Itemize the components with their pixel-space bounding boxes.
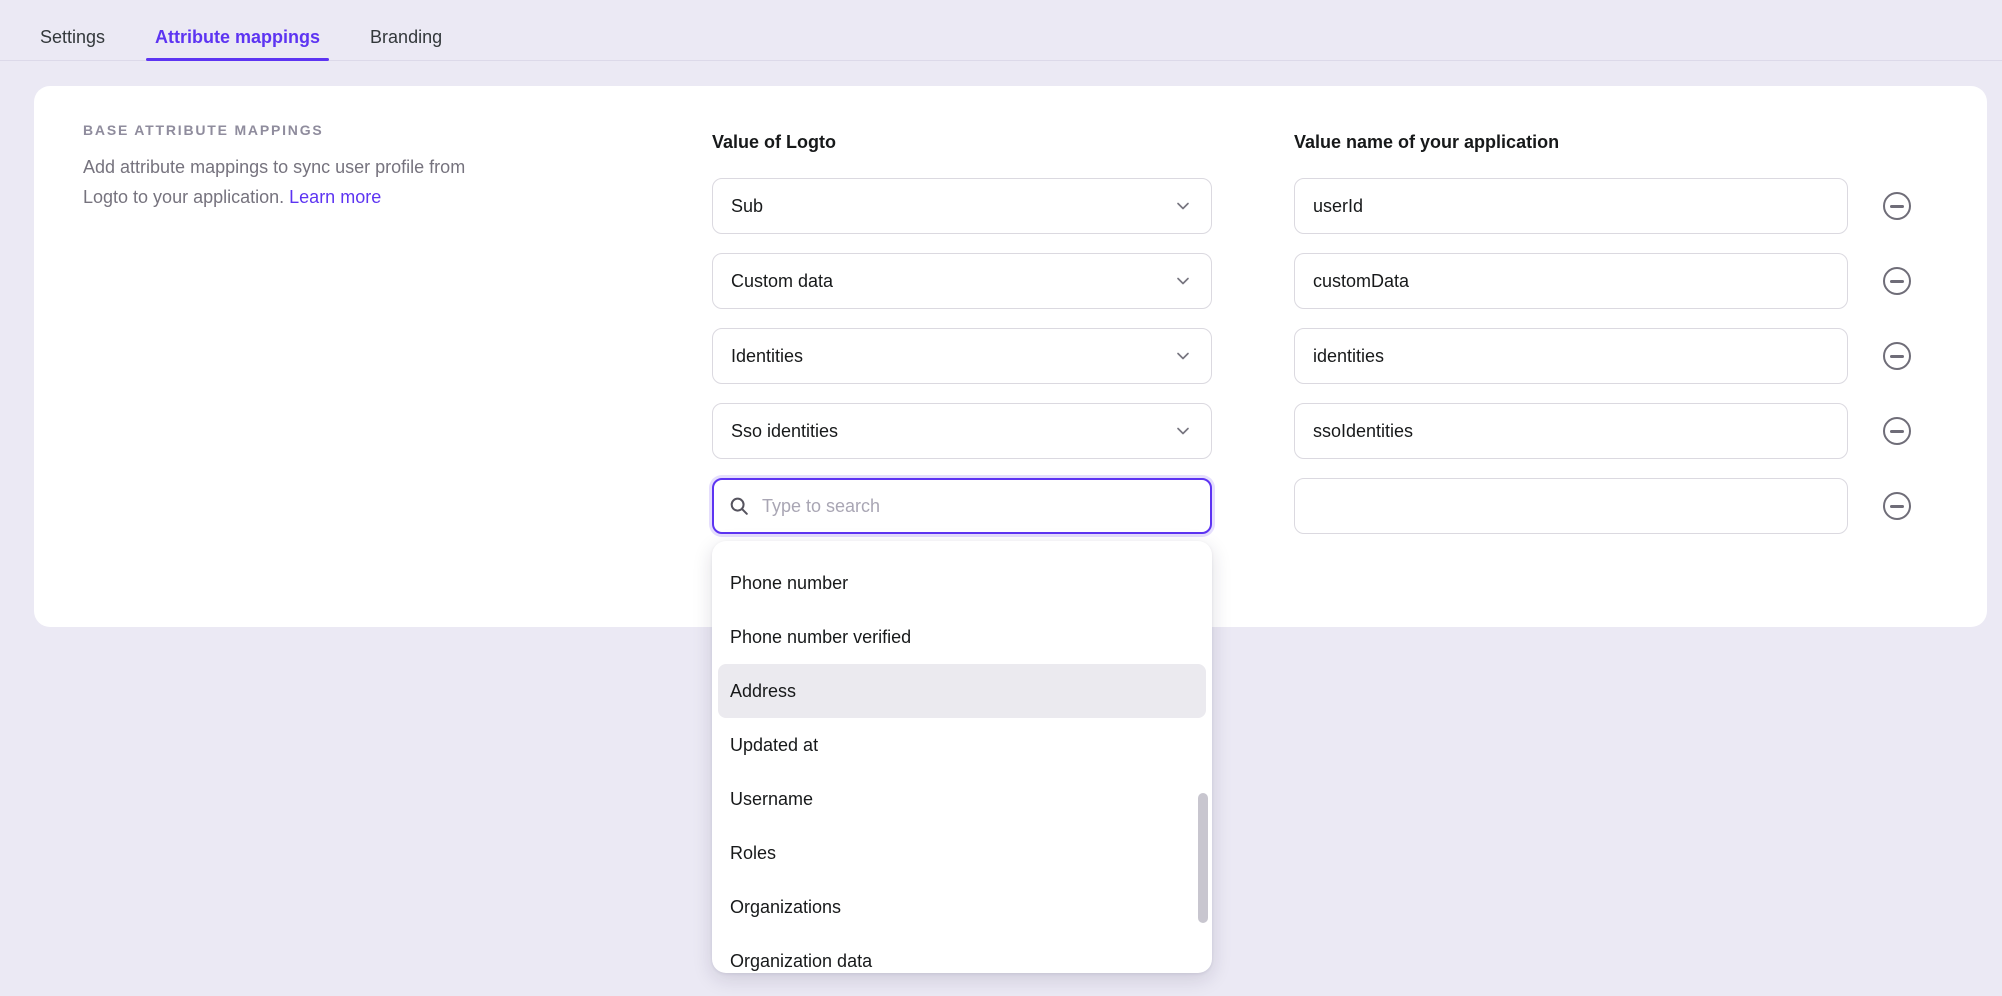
section-description-line2: Logto to your application. xyxy=(83,187,284,207)
logto-value-select-value: Sso identities xyxy=(731,421,838,442)
chevron-down-icon xyxy=(1173,196,1193,216)
dropdown-option-phone-number-verified[interactable]: Phone number verified xyxy=(718,610,1206,664)
tab-branding[interactable]: Branding xyxy=(361,14,451,60)
app-value-input[interactable] xyxy=(1294,253,1848,309)
minus-circle-icon[interactable] xyxy=(1883,342,1911,370)
search-icon xyxy=(728,495,750,517)
dropdown-option-organization-data[interactable]: Organization data xyxy=(718,934,1206,973)
attribute-mappings-page: Settings Attribute mappings Branding BAS… xyxy=(0,0,2002,996)
minus-circle-icon[interactable] xyxy=(1883,417,1911,445)
column-header-value-of-logto: Value of Logto xyxy=(712,132,836,152)
app-value-input[interactable] xyxy=(1294,328,1848,384)
mapping-row: Custom data xyxy=(712,253,1911,309)
chevron-down-icon xyxy=(1173,271,1193,291)
dropdown-option-address[interactable]: Address xyxy=(718,664,1206,718)
minus-circle-icon[interactable] xyxy=(1883,267,1911,295)
dropdown-option-organizations[interactable]: Organizations xyxy=(718,880,1206,934)
logto-value-select-value: Sub xyxy=(731,196,763,217)
dropdown-option-roles[interactable]: Roles xyxy=(718,826,1206,880)
mapping-row: Sub xyxy=(712,178,1911,234)
logto-value-select[interactable]: Sso identities xyxy=(712,403,1212,459)
learn-more-link[interactable]: Learn more xyxy=(289,187,381,207)
mapping-row-new xyxy=(712,478,1911,534)
search-input[interactable] xyxy=(760,495,1196,518)
tab-settings-label: Settings xyxy=(40,27,105,48)
tab-settings[interactable]: Settings xyxy=(31,14,114,60)
dropdown-option-updated-at[interactable]: Updated at xyxy=(718,718,1206,772)
app-value-input[interactable] xyxy=(1294,178,1848,234)
logto-value-select[interactable]: Identities xyxy=(712,328,1212,384)
logto-value-select-value: Custom data xyxy=(731,271,833,292)
mapping-rows: Sub Custom data Identities xyxy=(712,178,1911,553)
section-title: BASE ATTRIBUTE MAPPINGS xyxy=(83,122,583,138)
dropdown-option-phone-number[interactable]: Phone number xyxy=(718,556,1206,610)
tab-attribute-mappings-label: Attribute mappings xyxy=(155,27,320,48)
tab-attribute-mappings[interactable]: Attribute mappings xyxy=(146,14,329,60)
tab-branding-label: Branding xyxy=(370,27,442,48)
logto-value-select[interactable]: Custom data xyxy=(712,253,1212,309)
app-value-input[interactable] xyxy=(1294,403,1848,459)
section-info: BASE ATTRIBUTE MAPPINGS Add attribute ma… xyxy=(83,122,583,212)
chevron-down-icon xyxy=(1173,346,1193,366)
dropdown-option-username[interactable]: Username xyxy=(718,772,1206,826)
mapping-row: Identities xyxy=(712,328,1911,384)
chevron-down-icon xyxy=(1173,421,1193,441)
column-header-value-name-of-application: Value name of your application xyxy=(1294,132,1559,152)
mapping-row: Sso identities xyxy=(712,403,1911,459)
logto-value-select-value: Identities xyxy=(731,346,803,367)
dropdown-scrollbar-thumb[interactable] xyxy=(1198,793,1208,923)
logto-value-search-combobox[interactable] xyxy=(712,478,1212,534)
tab-bar: Settings Attribute mappings Branding xyxy=(0,0,2002,61)
section-description: Add attribute mappings to sync user prof… xyxy=(83,152,583,212)
minus-circle-icon[interactable] xyxy=(1883,192,1911,220)
section-description-line1: Add attribute mappings to sync user prof… xyxy=(83,152,583,182)
logto-value-select[interactable]: Sub xyxy=(712,178,1212,234)
app-value-input-empty[interactable] xyxy=(1294,478,1848,534)
minus-circle-icon[interactable] xyxy=(1883,492,1911,520)
attribute-dropdown-popover: Phone number Phone number verified Addre… xyxy=(712,541,1212,973)
